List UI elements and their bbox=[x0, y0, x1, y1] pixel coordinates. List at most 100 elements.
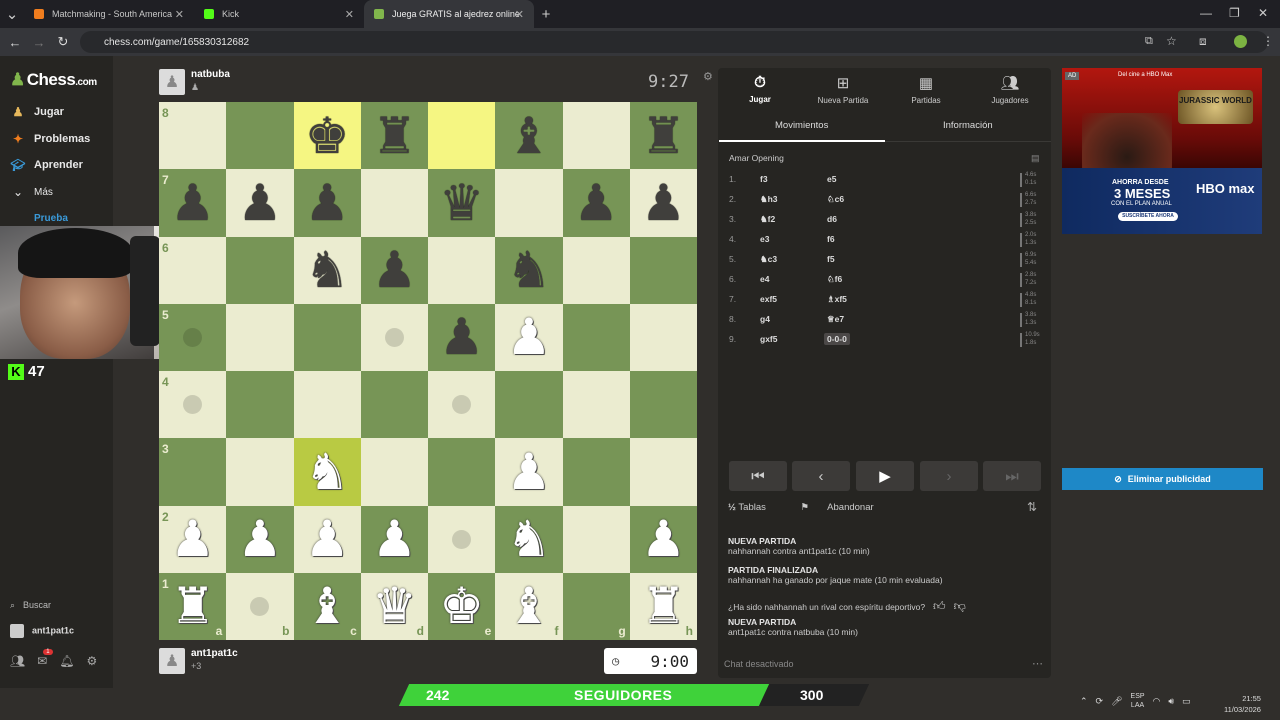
board-square[interactable] bbox=[428, 102, 496, 170]
board-square[interactable] bbox=[360, 438, 428, 506]
board-square[interactable]: ♟ bbox=[629, 505, 697, 573]
board-square[interactable]: 5 bbox=[159, 303, 227, 371]
black-pawn-icon[interactable]: ♟ bbox=[237, 178, 282, 228]
black-move[interactable]: ♘c6 bbox=[827, 194, 844, 205]
white-bishop-icon[interactable]: ♝ bbox=[305, 581, 350, 631]
black-pawn-icon[interactable]: ♟ bbox=[439, 312, 484, 362]
tab-games[interactable]: ▦ Partidas bbox=[886, 74, 966, 105]
board-square[interactable] bbox=[226, 236, 294, 304]
more-icon[interactable]: ⋯ bbox=[1032, 657, 1043, 670]
board-square[interactable] bbox=[629, 438, 697, 506]
tab-moves[interactable]: Movimientos bbox=[775, 120, 828, 131]
white-move[interactable]: gxf5 bbox=[760, 334, 777, 344]
board-square[interactable]: ♜ bbox=[629, 102, 697, 170]
board-square[interactable] bbox=[428, 505, 496, 573]
board-square[interactable]: 4 bbox=[159, 371, 227, 439]
white-bishop-icon[interactable]: ♝ bbox=[506, 581, 551, 631]
board-square[interactable] bbox=[226, 102, 294, 170]
black-pawn-icon[interactable]: ♟ bbox=[574, 178, 619, 228]
board-square[interactable] bbox=[562, 303, 630, 371]
white-pawn-icon[interactable]: ♟ bbox=[372, 514, 417, 564]
previous-move-button[interactable]: ‹ bbox=[792, 461, 850, 491]
install-icon[interactable]: ⧉ bbox=[1145, 35, 1153, 48]
avatar[interactable]: ♟ bbox=[159, 69, 185, 95]
board-square[interactable] bbox=[629, 303, 697, 371]
battery-icon[interactable]: ▭ bbox=[1182, 696, 1191, 707]
white-pawn-icon[interactable]: ♟ bbox=[641, 514, 686, 564]
thumbs-up-icon[interactable]: 👍︎ bbox=[933, 599, 946, 613]
board-square[interactable] bbox=[226, 303, 294, 371]
board-square[interactable]: ♟ 7 bbox=[159, 169, 227, 237]
browser-tab-matchmaking[interactable]: Matchmaking - South America ✕ bbox=[24, 0, 194, 28]
white-move[interactable]: exf5 bbox=[760, 294, 777, 304]
board-square[interactable]: ♟ bbox=[360, 505, 428, 573]
board-square[interactable]: ♚ e bbox=[428, 572, 496, 640]
browser-tab-chess[interactable]: Juega GRATIS al ajedrez online ✕ bbox=[364, 0, 534, 28]
first-move-button[interactable]: ⏮︎ bbox=[729, 461, 787, 491]
sidebar-item-learn[interactable]: 🎓︎ Aprender bbox=[10, 157, 83, 173]
last-move-button[interactable]: ⏭︎ bbox=[983, 461, 1041, 491]
black-rook-icon[interactable]: ♜ bbox=[641, 111, 686, 161]
white-move[interactable]: ♞c3 bbox=[760, 254, 777, 265]
legal-move-dot[interactable] bbox=[183, 327, 203, 347]
black-move[interactable]: d6 bbox=[827, 214, 837, 224]
system-clock[interactable]: 21:55 11/03/2026 bbox=[1224, 693, 1261, 715]
tab-new-game[interactable]: ⊞ Nueva Partida bbox=[803, 74, 883, 105]
board-square[interactable]: 3 bbox=[159, 438, 227, 506]
chess-logo[interactable]: ♟ Chess.com bbox=[10, 70, 97, 90]
board-square[interactable] bbox=[226, 438, 294, 506]
board-square[interactable]: ♚ bbox=[293, 102, 361, 170]
gear-icon[interactable]: ⚙ bbox=[87, 654, 98, 668]
black-rook-icon[interactable]: ♜ bbox=[372, 111, 417, 161]
white-knight-icon[interactable]: ♞ bbox=[506, 514, 551, 564]
board-square[interactable]: ♝ f bbox=[495, 572, 563, 640]
sidebar-item-play[interactable]: ♟ Jugar bbox=[10, 104, 64, 120]
board-square[interactable]: ♟ bbox=[495, 303, 563, 371]
black-move[interactable]: e5 bbox=[827, 174, 836, 184]
white-pawn-icon[interactable]: ♟ bbox=[237, 514, 282, 564]
board-square[interactable]: ♟ bbox=[629, 169, 697, 237]
board-square[interactable]: ♛ d bbox=[360, 572, 428, 640]
board-square[interactable]: ♜ 1 a bbox=[159, 572, 227, 640]
next-move-button[interactable]: › bbox=[920, 461, 978, 491]
resign-button[interactable]: ⚑ Abandonar bbox=[801, 502, 890, 513]
language-indicator[interactable]: ESP LAA bbox=[1131, 692, 1145, 710]
board-square[interactable] bbox=[629, 371, 697, 439]
board-square[interactable] bbox=[293, 303, 361, 371]
flip-board-icon[interactable]: ⇅ bbox=[1027, 500, 1037, 514]
messages-icon[interactable]: ✉ 1 bbox=[37, 649, 53, 668]
close-window-icon[interactable]: ✕ bbox=[1258, 6, 1268, 20]
white-knight-icon[interactable]: ♞ bbox=[305, 447, 350, 497]
black-pawn-icon[interactable]: ♟ bbox=[641, 178, 686, 228]
board-square[interactable]: ♟ bbox=[495, 438, 563, 506]
player-name[interactable]: natbuba bbox=[191, 69, 230, 80]
white-pawn-icon[interactable]: ♟ bbox=[305, 514, 350, 564]
board-square[interactable]: ♟ bbox=[562, 169, 630, 237]
remove-ads-button[interactable]: ⊘ Eliminar publicidad bbox=[1062, 468, 1263, 490]
black-move[interactable]: ♕e7 bbox=[827, 314, 844, 325]
sidebar-user[interactable]: ant1pat1c bbox=[10, 624, 74, 638]
white-move[interactable]: e4 bbox=[760, 274, 769, 284]
board-square[interactable]: ♟ bbox=[360, 236, 428, 304]
board-square[interactable]: ♞ bbox=[293, 438, 361, 506]
board-square[interactable] bbox=[360, 371, 428, 439]
tab-players[interactable]: 👥︎ Jugadores bbox=[970, 74, 1050, 105]
tab-info[interactable]: Información bbox=[943, 120, 993, 131]
sidebar-item-puzzles[interactable]: ✦ Problemas bbox=[10, 131, 90, 147]
white-queen-icon[interactable]: ♛ bbox=[372, 581, 417, 631]
chess-board[interactable]: 8 ♚ ♜ ♝ ♜ ♟ 7 ♟ ♟ ♛ ♟ ♟ 6 ♞ ♟ ♞ 5 ♟ ♟ 4 3 ♞ ♟ ♟ 2 ♟ ♟ ♟ ♞ ♟ ♜ 1 a b ♝ c ♛ d ♚ e… bbox=[159, 102, 697, 640]
white-king-icon[interactable]: ♚ bbox=[439, 581, 484, 631]
white-move[interactable]: ♞h3 bbox=[760, 194, 778, 205]
board-square[interactable] bbox=[562, 371, 630, 439]
book-icon[interactable]: ▤ bbox=[1031, 153, 1040, 164]
black-move[interactable]: f6 bbox=[827, 234, 835, 244]
black-queen-icon[interactable]: ♛ bbox=[439, 178, 484, 228]
white-pawn-icon[interactable]: ♟ bbox=[506, 447, 551, 497]
thumbs-down-icon[interactable]: 👎︎ bbox=[954, 599, 966, 613]
draw-button[interactable]: ½ Tablas bbox=[728, 502, 782, 513]
bell-icon[interactable]: 🔔︎ bbox=[59, 654, 74, 668]
board-square[interactable]: ♟ bbox=[293, 169, 361, 237]
white-move[interactable]: e3 bbox=[760, 234, 769, 244]
white-move[interactable]: ♞f2 bbox=[760, 214, 775, 225]
board-square[interactable]: ♟ bbox=[293, 505, 361, 573]
